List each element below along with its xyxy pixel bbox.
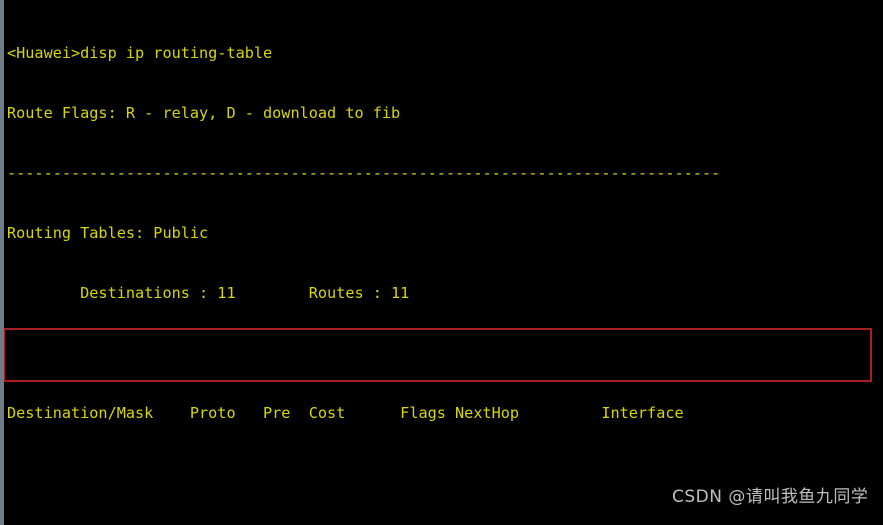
summary-line: Destinations : 11 Routes : 11 <box>7 284 410 302</box>
table-header-line: Destination/Mask Proto Pre Cost Flags Ne… <box>7 404 684 422</box>
window-left-edge <box>0 0 4 525</box>
separator-line: ----------------------------------------… <box>7 164 721 182</box>
route-flags-line: Route Flags: R - relay, D - download to … <box>7 104 401 122</box>
routing-tables-label: Routing Tables: Public <box>7 224 209 242</box>
command-prompt-line: <Huawei>disp ip routing-table <box>7 44 273 62</box>
csdn-watermark: CSDN @请叫我鱼九同学 <box>672 487 869 507</box>
terminal-window: <Huawei>disp ip routing-table Route Flag… <box>0 0 883 525</box>
terminal-output[interactable]: <Huawei>disp ip routing-table Route Flag… <box>4 0 883 525</box>
